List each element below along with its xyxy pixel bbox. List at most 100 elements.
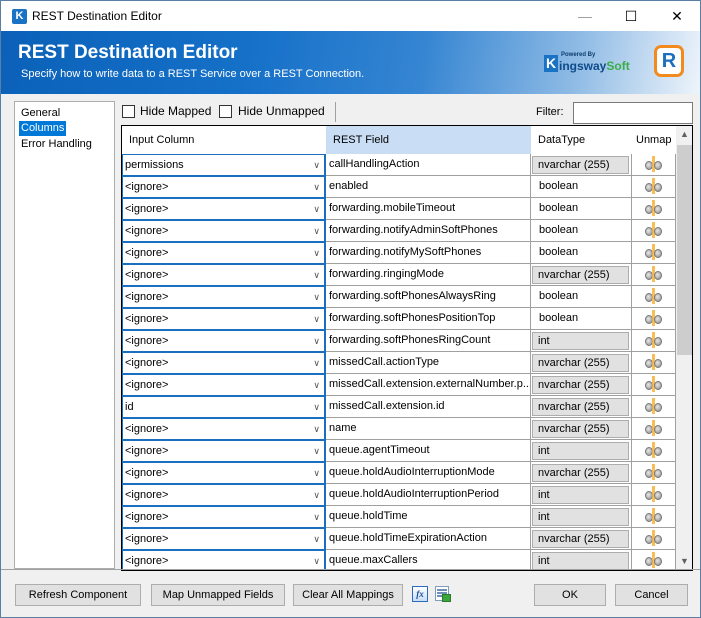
unmap-cell[interactable] [632, 264, 676, 286]
chevron-down-icon[interactable]: ∨ [313, 177, 320, 197]
unmap-cell[interactable] [632, 198, 676, 220]
data-type-cell[interactable]: int [531, 506, 632, 528]
unmap-broken-link-icon[interactable] [644, 420, 664, 436]
data-type-cell[interactable]: int [531, 484, 632, 506]
unmap-broken-link-icon[interactable] [644, 398, 664, 414]
chevron-down-icon[interactable]: ∨ [313, 551, 320, 570]
data-type-cell[interactable]: nvarchar (255) [531, 352, 632, 374]
data-type-button[interactable]: int [532, 508, 629, 526]
data-type-button[interactable]: nvarchar (255) [532, 420, 629, 438]
unmap-broken-link-icon[interactable] [644, 244, 664, 260]
input-column-dropdown[interactable]: <ignore> ∨ [122, 374, 326, 396]
unmap-cell[interactable] [632, 154, 676, 176]
unmap-broken-link-icon[interactable] [644, 354, 664, 370]
input-column-dropdown[interactable]: <ignore> ∨ [122, 528, 326, 550]
refresh-component-button[interactable]: Refresh Component [15, 584, 141, 606]
chevron-down-icon[interactable]: ∨ [313, 441, 320, 461]
maximize-button[interactable]: ☐ [608, 1, 654, 31]
scroll-down-icon[interactable]: ▼ [676, 553, 692, 570]
chevron-down-icon[interactable]: ∨ [313, 463, 320, 483]
input-column-dropdown[interactable]: <ignore> ∨ [122, 220, 326, 242]
input-column-dropdown[interactable]: <ignore> ∨ [122, 198, 326, 220]
hide-mapped-checkbox[interactable] [122, 105, 135, 118]
unmap-broken-link-icon[interactable] [644, 266, 664, 282]
data-type-cell[interactable]: nvarchar (255) [531, 374, 632, 396]
data-type-cell[interactable]: nvarchar (255) [531, 528, 632, 550]
unmap-broken-link-icon[interactable] [644, 376, 664, 392]
input-column-dropdown[interactable]: <ignore> ∨ [122, 242, 326, 264]
unmap-broken-link-icon[interactable] [644, 222, 664, 238]
unmap-broken-link-icon[interactable] [644, 530, 664, 546]
input-column-dropdown[interactable]: <ignore> ∨ [122, 506, 326, 528]
minimize-button[interactable]: — [562, 1, 608, 31]
input-column-dropdown[interactable]: <ignore> ∨ [122, 286, 326, 308]
data-type-button[interactable]: int [532, 552, 629, 570]
unmap-cell[interactable] [632, 528, 676, 550]
header-input-column[interactable]: Input Column [122, 126, 326, 154]
unmap-cell[interactable] [632, 396, 676, 418]
unmap-cell[interactable] [632, 462, 676, 484]
data-type-button[interactable]: int [532, 332, 629, 350]
chevron-down-icon[interactable]: ∨ [313, 529, 320, 549]
unmap-cell[interactable] [632, 330, 676, 352]
data-type-cell[interactable]: nvarchar (255) [531, 418, 632, 440]
chevron-down-icon[interactable]: ∨ [313, 507, 320, 527]
unmap-broken-link-icon[interactable] [644, 288, 664, 304]
chevron-down-icon[interactable]: ∨ [313, 375, 320, 395]
unmap-broken-link-icon[interactable] [644, 486, 664, 502]
data-type-button[interactable]: nvarchar (255) [532, 376, 629, 394]
ok-button[interactable]: OK [534, 584, 606, 606]
input-column-dropdown[interactable]: <ignore> ∨ [122, 418, 326, 440]
unmap-cell[interactable] [632, 308, 676, 330]
unmap-broken-link-icon[interactable] [644, 200, 664, 216]
unmap-cell[interactable] [632, 440, 676, 462]
data-type-button[interactable]: int [532, 486, 629, 504]
unmap-broken-link-icon[interactable] [644, 442, 664, 458]
scroll-up-icon[interactable]: ▲ [676, 126, 692, 143]
chevron-down-icon[interactable]: ∨ [313, 353, 320, 373]
vertical-scrollbar[interactable]: ▲ ▼ [676, 126, 692, 570]
unmap-broken-link-icon[interactable] [644, 310, 664, 326]
chevron-down-icon[interactable]: ∨ [313, 419, 320, 439]
header-unmap[interactable]: Unmap [632, 126, 676, 154]
data-type-cell[interactable]: int [531, 550, 632, 570]
unmap-cell[interactable] [632, 176, 676, 198]
nav-item-columns[interactable]: Columns [19, 121, 67, 136]
unmap-broken-link-icon[interactable] [644, 508, 664, 524]
chevron-down-icon[interactable]: ∨ [313, 331, 320, 351]
filter-input[interactable] [573, 102, 693, 124]
input-column-dropdown[interactable]: <ignore> ∨ [122, 264, 326, 286]
input-column-dropdown[interactable]: <ignore> ∨ [122, 484, 326, 506]
chevron-down-icon[interactable]: ∨ [313, 155, 320, 175]
unmap-cell[interactable] [632, 484, 676, 506]
data-type-cell[interactable]: nvarchar (255) [531, 462, 632, 484]
scrollbar-thumb[interactable] [677, 145, 692, 355]
chevron-down-icon[interactable]: ∨ [313, 287, 320, 307]
unmap-cell[interactable] [632, 418, 676, 440]
unmap-cell[interactable] [632, 220, 676, 242]
data-type-button[interactable]: nvarchar (255) [532, 398, 629, 416]
data-type-button[interactable]: nvarchar (255) [532, 156, 629, 174]
unmap-cell[interactable] [632, 374, 676, 396]
data-type-cell[interactable]: nvarchar (255) [531, 154, 632, 176]
data-type-button[interactable]: nvarchar (255) [532, 530, 629, 548]
input-column-dropdown[interactable]: <ignore> ∨ [122, 176, 326, 198]
unmap-cell[interactable] [632, 242, 676, 264]
unmap-broken-link-icon[interactable] [644, 156, 664, 172]
chevron-down-icon[interactable]: ∨ [313, 397, 320, 417]
export-mappings-icon[interactable] [435, 586, 451, 602]
data-type-button[interactable]: nvarchar (255) [532, 464, 629, 482]
hide-unmapped-checkbox[interactable] [219, 105, 232, 118]
input-column-dropdown[interactable]: <ignore> ∨ [122, 352, 326, 374]
data-type-button[interactable]: int [532, 442, 629, 460]
data-type-button[interactable]: nvarchar (255) [532, 354, 629, 372]
unmap-broken-link-icon[interactable] [644, 332, 664, 348]
chevron-down-icon[interactable]: ∨ [313, 243, 320, 263]
input-column-dropdown[interactable]: <ignore> ∨ [122, 330, 326, 352]
unmap-broken-link-icon[interactable] [644, 552, 664, 568]
close-button[interactable]: ✕ [654, 1, 700, 31]
nav-item-error-handling[interactable]: Error Handling [19, 137, 94, 152]
unmap-cell[interactable] [632, 286, 676, 308]
input-column-dropdown[interactable]: permissions ∨ [122, 154, 326, 176]
input-column-dropdown[interactable]: <ignore> ∨ [122, 462, 326, 484]
